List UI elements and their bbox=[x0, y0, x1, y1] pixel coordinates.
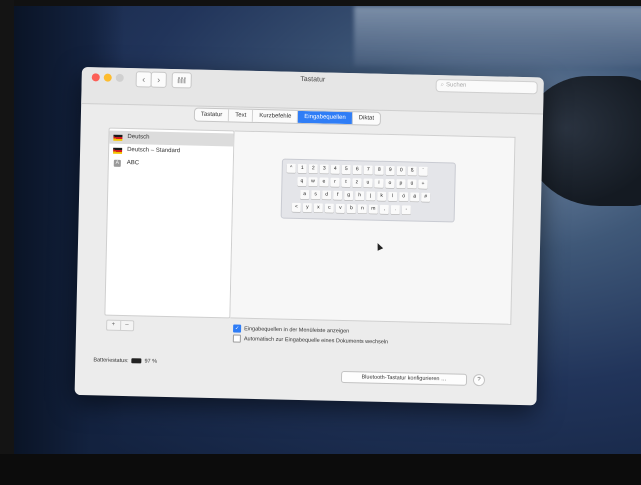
keyboard-preview-area: ^ 1 2 3 4 5 6 7 8 9 0 ß ´ q w e r t z u i o p ü + a s d f g h j k l ö ä # … bbox=[230, 130, 516, 325]
monitor-bezel bbox=[0, 0, 14, 485]
keyboard-key: ö bbox=[399, 192, 409, 202]
keyboard-key: h bbox=[355, 191, 365, 201]
keyboard-key: + bbox=[418, 179, 428, 189]
keyboard-key: i bbox=[374, 178, 384, 188]
german-flag-icon bbox=[113, 147, 123, 154]
keyboard-key: 3 bbox=[319, 164, 329, 174]
tab-diktat[interactable]: Diktat bbox=[353, 112, 381, 125]
keyboard-key: w bbox=[308, 177, 318, 187]
tab-eingabequellen[interactable]: Eingabequellen bbox=[298, 110, 353, 125]
keyboard-key: j bbox=[366, 191, 376, 201]
keyboard-key: ^ bbox=[286, 163, 296, 173]
keyboard-key: a bbox=[300, 189, 310, 200]
keyboard-key: ´ bbox=[418, 166, 428, 176]
input-sources-pane: Deutsch Deutsch – Standard A ABC ^ 1 2 3 4 5 6… bbox=[104, 127, 516, 325]
german-flag-icon bbox=[113, 134, 123, 141]
option-label: Automatisch zur Eingabequelle eines Doku… bbox=[243, 336, 389, 346]
keyboard-key: e bbox=[319, 177, 329, 187]
help-button[interactable]: ? bbox=[472, 373, 486, 387]
keyboard-key: 8 bbox=[374, 165, 384, 175]
keyboard-key: q bbox=[297, 176, 307, 187]
checkbox-checked-icon[interactable]: ✓ bbox=[233, 324, 242, 333]
keyboard-preferences-window: ‹ › Tastatur ⌕ Suchen Tastatur Text Kurzb… bbox=[74, 67, 544, 406]
keyboard-key: d bbox=[322, 190, 332, 200]
source-label: Deutsch – Standard bbox=[127, 147, 181, 155]
keyboard-key: r bbox=[330, 177, 340, 187]
keyboard-key: u bbox=[363, 178, 373, 188]
tab-tastatur[interactable]: Tastatur bbox=[194, 108, 230, 122]
keyboard-key: y bbox=[302, 203, 312, 213]
abc-icon: A bbox=[113, 159, 121, 167]
keyboard-key: 2 bbox=[308, 164, 318, 174]
source-item-abc[interactable]: A ABC bbox=[109, 157, 233, 173]
keyboard-key: f bbox=[333, 190, 343, 200]
option-label: Eingabequellen in der Menüleiste anzeige… bbox=[244, 326, 350, 335]
battery-value: 97 % bbox=[144, 358, 158, 365]
search-field[interactable]: ⌕ Suchen bbox=[435, 79, 538, 95]
keyboard-key: - bbox=[401, 205, 411, 215]
keyboard-key: . bbox=[390, 205, 400, 215]
keyboard-key: ß bbox=[407, 166, 417, 176]
search-placeholder: Suchen bbox=[445, 82, 467, 89]
keyboard-key: 4 bbox=[330, 164, 340, 174]
keyboard-key: < bbox=[291, 202, 301, 213]
keyboard-key: l bbox=[388, 191, 398, 202]
keyboard-key: 9 bbox=[385, 165, 395, 176]
input-sources-list: Deutsch Deutsch – Standard A ABC bbox=[104, 127, 235, 319]
battery-icon bbox=[131, 358, 142, 364]
keyboard-key: 6 bbox=[352, 165, 362, 175]
keyboard-key: x bbox=[313, 203, 323, 213]
keyboard-key: p bbox=[396, 179, 406, 189]
keyboard-key: s bbox=[311, 190, 321, 200]
keyboard-key: 7 bbox=[363, 165, 373, 175]
keyboard-key: 0 bbox=[396, 166, 406, 176]
keyboard-row: q w e r t z u i o p ü + bbox=[297, 176, 428, 190]
keyboard-key: , bbox=[379, 204, 389, 214]
keyboard-key: v bbox=[335, 203, 345, 213]
keyboard-key: t bbox=[341, 177, 351, 188]
tab-text[interactable]: Text bbox=[229, 109, 254, 122]
keyboard-key: 5 bbox=[341, 164, 351, 175]
mouse-pointer-icon bbox=[374, 241, 384, 251]
wallpaper-sky bbox=[354, 6, 641, 66]
list-add-remove-control: + – bbox=[106, 319, 135, 332]
battery-label: Batteriestatus: bbox=[93, 357, 129, 365]
tab-bar: Tastatur Text Kurzbefehle Eingabequellen… bbox=[193, 107, 382, 126]
battery-status: Batteriestatus: 97 % bbox=[93, 357, 157, 364]
search-icon: ⌕ bbox=[440, 82, 445, 89]
keyboard-key: m bbox=[368, 204, 378, 214]
bluetooth-keyboard-setup-button[interactable]: Bluetooth-Tastatur konfigurieren … bbox=[340, 370, 468, 386]
keyboard-key: g bbox=[344, 190, 354, 201]
keyboard-row: ^ 1 2 3 4 5 6 7 8 9 0 ß ´ bbox=[286, 163, 428, 177]
keyboard-key: 1 bbox=[297, 163, 307, 174]
keyboard-key: ü bbox=[407, 179, 417, 189]
tab-kurzbefehle[interactable]: Kurzbefehle bbox=[253, 109, 299, 123]
keyboard-row: a s d f g h j k l ö ä # bbox=[300, 189, 431, 203]
keyboard-key: o bbox=[385, 178, 395, 189]
checkbox-unchecked-icon[interactable] bbox=[232, 334, 241, 343]
keyboard-key: ä bbox=[410, 192, 420, 202]
keyboard-key: c bbox=[324, 203, 334, 213]
keyboard-key: n bbox=[357, 204, 367, 214]
option-auto-switch[interactable]: Automatisch zur Eingabequelle eines Doku… bbox=[232, 334, 389, 347]
source-label: Deutsch bbox=[127, 134, 150, 141]
keyboard-key: # bbox=[421, 192, 431, 202]
source-label: ABC bbox=[126, 160, 140, 167]
add-source-button[interactable]: + bbox=[107, 320, 121, 330]
keyboard-key: b bbox=[346, 204, 356, 214]
remove-source-button[interactable]: – bbox=[121, 321, 134, 330]
keyboard-key: k bbox=[377, 191, 387, 201]
keyboard-row: < y x c v b n m,. - bbox=[291, 202, 411, 216]
keyboard-key: z bbox=[352, 178, 362, 188]
keyboard-layout-preview: ^ 1 2 3 4 5 6 7 8 9 0 ß ´ q w e r t z u i o p ü + a s d f g h j k l ö ä # … bbox=[280, 158, 456, 223]
monitor-bezel-bottom bbox=[0, 454, 641, 485]
